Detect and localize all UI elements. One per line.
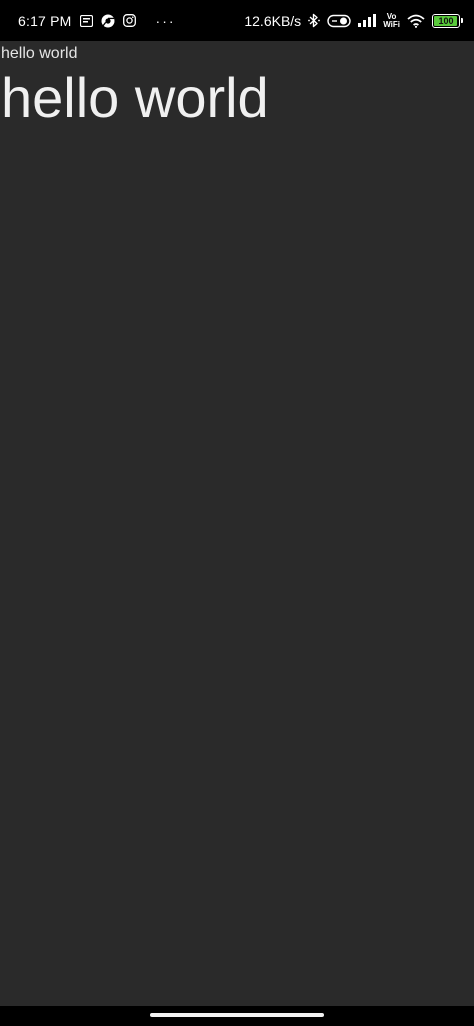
status-bar: 6:17 PM ··· 12.6KB/s Vo WiFi 100 (0, 0, 474, 41)
status-bar-left: 6:17 PM ··· (18, 13, 176, 29)
toggle-icon (327, 14, 351, 28)
hello-text-small: hello world (1, 45, 78, 62)
bluetooth-icon (308, 13, 321, 28)
signal-icon (358, 14, 377, 27)
chrome-icon (101, 14, 115, 28)
battery-percent-label: 100 (438, 15, 454, 26)
notification-icon (79, 14, 93, 27)
vowifi-bottom-label: WiFi (383, 19, 400, 29)
battery-icon: 100 (432, 13, 463, 28)
hello-text-large: hello world (1, 66, 269, 129)
more-notifications-indicator: ··· (155, 12, 176, 29)
app-screen: 6:17 PM ··· 12.6KB/s Vo WiFi 100 hello w… (0, 0, 474, 1026)
main-content: hello world hello world (0, 41, 474, 129)
navigation-bar (0, 1006, 474, 1026)
wifi-icon (407, 14, 425, 28)
status-bar-right: 12.6KB/s Vo WiFi 100 (244, 12, 463, 29)
home-gesture-handle[interactable] (150, 1013, 324, 1017)
status-time: 6:17 PM (18, 12, 72, 29)
network-speed: 12.6KB/s (244, 12, 302, 29)
vowifi-indicator: Vo WiFi (383, 12, 400, 29)
instagram-icon (122, 14, 136, 27)
